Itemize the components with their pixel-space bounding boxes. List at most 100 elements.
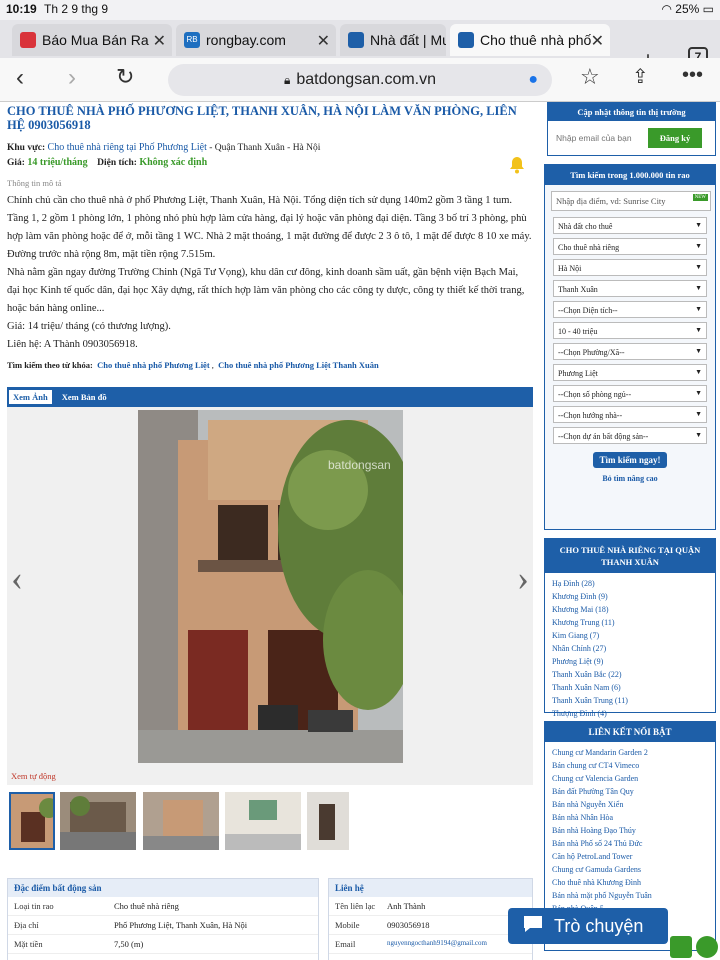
filter-select[interactable]: --Chọn số phòng ngủ-- ▼ <box>553 385 707 402</box>
phone-icon[interactable] <box>696 936 718 958</box>
browser-tab-active[interactable]: Cho thuê nhà phố ✕ <box>450 24 610 56</box>
keyword-link[interactable]: Cho thuê nhà phố Phương Liệt <box>97 360 210 370</box>
chevron-down-icon: ▼ <box>695 410 702 418</box>
back-icon[interactable]: ‹ <box>16 64 24 92</box>
featured-link[interactable]: Căn hộ PetroLand Tower <box>545 850 715 863</box>
microphone-icon[interactable]: ● <box>528 71 538 89</box>
feature-row: Loại tin rao Cho thuê nhà riêng <box>8 897 318 916</box>
chevron-down-icon: ▼ <box>695 368 702 376</box>
district-link[interactable]: Thanh Xuân Nam (6) <box>545 681 715 694</box>
featured-link[interactable]: Chung cư Valencia Garden <box>545 772 715 785</box>
contact-value[interactable]: 0903056918 <box>387 920 430 930</box>
url-text: batdongsan.com.vn <box>296 71 437 88</box>
district-link[interactable]: Phương Liệt (9) <box>545 655 715 668</box>
chevron-down-icon: ▼ <box>695 242 702 250</box>
search-button[interactable]: Tìm kiếm ngay! <box>593 452 667 468</box>
subscribe-button[interactable]: Đăng ký <box>648 128 702 148</box>
featured-link[interactable]: Cho thuê nhà Khương Đình <box>545 876 715 889</box>
filter-select[interactable]: --Chọn Phường/Xã-- ▼ <box>553 343 707 360</box>
listing-price-size: Giá: 14 triệu/tháng Diện tích: Không xác… <box>0 157 540 168</box>
close-tab-icon[interactable]: ✕ <box>153 31 166 51</box>
filter-select[interactable]: Nhà đất cho thuê ▼ <box>553 217 707 234</box>
description-paragraph: Liên hệ: A Thành 0903056918. <box>7 339 138 350</box>
share-icon[interactable]: ⇪ <box>632 64 649 89</box>
district-link[interactable]: Thanh Xuân Bắc (22) <box>545 668 715 681</box>
featured-link[interactable]: Chung cư Gamuda Gardens <box>545 863 715 876</box>
location-search-input[interactable]: Nhập địa điểm, vd: Sunrise City NEW <box>551 191 711 211</box>
featured-link[interactable]: Bán nhà Hoàng Đạo Thúy <box>545 824 715 837</box>
gallery-next-icon[interactable]: › <box>517 557 529 599</box>
tab-favicon-icon: RB <box>184 32 200 48</box>
chevron-down-icon: ▼ <box>695 305 702 313</box>
featured-link[interactable]: Bán nhà Phố số 24 Thủ Đức <box>545 837 715 850</box>
tab-photos[interactable]: Xem Ảnh <box>9 390 52 404</box>
filter-select[interactable]: --Chọn dự án bất động sản-- ▼ <box>553 427 707 444</box>
district-link[interactable]: Thượng Đình (4) <box>545 707 715 720</box>
browser-tab-rongbay[interactable]: RB rongbay.com ✕ <box>176 24 336 56</box>
district-link[interactable]: Nhân Chính (27) <box>545 642 715 655</box>
more-icon[interactable]: ••• <box>682 64 703 87</box>
photo-gallery: ‹ batdongsan › <box>7 407 533 767</box>
featured-link[interactable]: Bán nhà Nhân Hòa <box>545 811 715 824</box>
filter-select-value: --Chọn hướng nhà-- <box>558 411 623 420</box>
chat-button[interactable]: Trò chuyện <box>508 908 668 944</box>
reload-icon[interactable]: ↻ <box>116 64 134 90</box>
district-link[interactable]: Hạ Đình (28) <box>545 577 715 590</box>
filter-select[interactable]: --Chọn hướng nhà-- ▼ <box>553 406 707 423</box>
filter-select[interactable]: 10 - 40 triệu ▼ <box>553 322 707 339</box>
thumbnail[interactable] <box>9 792 55 850</box>
thumbnail[interactable] <box>225 792 301 850</box>
property-features: Đặc điểm bất động sản Loại tin rao Cho th… <box>7 878 319 960</box>
filter-select[interactable]: Phương Liệt ▼ <box>553 364 707 381</box>
message-icon[interactable] <box>670 936 692 958</box>
browser-tab-baomuabanra[interactable]: Báo Mua Bán Ra ✕ <box>12 24 172 56</box>
filter-select[interactable]: Hà Nội ▼ <box>553 259 707 276</box>
featured-link[interactable]: Chung cư Mandarin Garden 2 <box>545 746 715 759</box>
listing-area: Khu vực: Cho thuê nhà riêng tại Phố Phươ… <box>0 142 540 153</box>
district-list: Hạ Đình (28) Khương Đình (9) Khương Mai (1… <box>545 573 715 720</box>
close-tab-icon[interactable]: ✕ <box>317 31 330 51</box>
district-heading: CHO THUÊ NHÀ RIÊNG TẠI QUẬN THANH XUÂN <box>545 539 715 573</box>
district-link[interactable]: Khương Mai (18) <box>545 603 715 616</box>
featured-link[interactable]: Bán đất Phường Tân Quy <box>545 785 715 798</box>
thumbnail[interactable] <box>143 792 219 850</box>
contact-row: Email nguyenngocthanh9194@gmail.com <box>329 935 532 954</box>
lock-icon: 🔒︎ <box>283 72 291 87</box>
close-tab-icon[interactable]: ✕ <box>591 31 604 51</box>
forward-icon[interactable]: › <box>68 64 76 92</box>
tab-map[interactable]: Xem Bản đồ <box>56 388 113 406</box>
keyword-link[interactable]: Cho thuê nhà phố Phương Liệt Thanh Xuân <box>218 360 379 370</box>
district-link[interactable]: Thanh Xuân Trung (11) <box>545 694 715 707</box>
thumbnail[interactable] <box>307 792 349 850</box>
bookmark-star-icon[interactable]: ☆ <box>580 64 600 90</box>
featured-link[interactable]: Bán nhà mặt phố Nguyễn Tuân <box>545 889 715 902</box>
contact-email[interactable]: nguyenngocthanh9194@gmail.com <box>387 939 487 949</box>
notification-bell-icon[interactable] <box>504 152 530 178</box>
area-link[interactable]: Cho thuê nhà riêng tại Phố Phương Liệt <box>48 142 207 153</box>
filter-select[interactable]: --Chọn Diện tích-- ▼ <box>553 301 707 318</box>
featured-link[interactable]: Bán nhà Nguyễn Xiển <box>545 798 715 811</box>
chat-label: Trò chuyện <box>554 915 644 936</box>
filter-select-value: Nhà đất cho thuê <box>558 222 613 231</box>
keyword-label: Tìm kiếm theo từ khóa: <box>7 360 93 370</box>
district-link[interactable]: Kim Giang (7) <box>545 629 715 642</box>
status-right: ◠ 25% ▭ <box>661 2 714 16</box>
chevron-down-icon: ▼ <box>695 263 702 271</box>
watermark: batdongsan <box>328 458 391 472</box>
main-photo[interactable]: batdongsan <box>138 410 403 763</box>
filter-select[interactable]: Thanh Xuân ▼ <box>553 280 707 297</box>
search-heading: Tìm kiếm trong 1.000.000 tin rao <box>545 165 715 185</box>
thumbnail[interactable] <box>60 792 136 850</box>
email-input[interactable] <box>552 128 650 148</box>
district-link[interactable]: Khương Đình (9) <box>545 590 715 603</box>
browser-tab-nhadat[interactable]: Nhà đất | Mu <box>340 24 446 56</box>
description-paragraph: Giá: 14 triệu/ tháng (có thương lượng). <box>7 321 171 332</box>
tab-label: Cho thuê nhà phố <box>480 32 592 48</box>
district-link[interactable]: Khương Trung (11) <box>545 616 715 629</box>
gallery-prev-icon[interactable]: ‹ <box>11 557 23 599</box>
filter-select[interactable]: Cho thuê nhà riêng ▼ <box>553 238 707 255</box>
advanced-search-link[interactable]: Bỏ tìm nâng cao <box>545 474 715 483</box>
address-bar[interactable]: 🔒︎ batdongsan.com.vn ● <box>168 64 552 96</box>
featured-link[interactable]: Bán chung cư CT4 Vimeco <box>545 759 715 772</box>
autoplay-link[interactable]: Xem tự động <box>7 767 533 785</box>
